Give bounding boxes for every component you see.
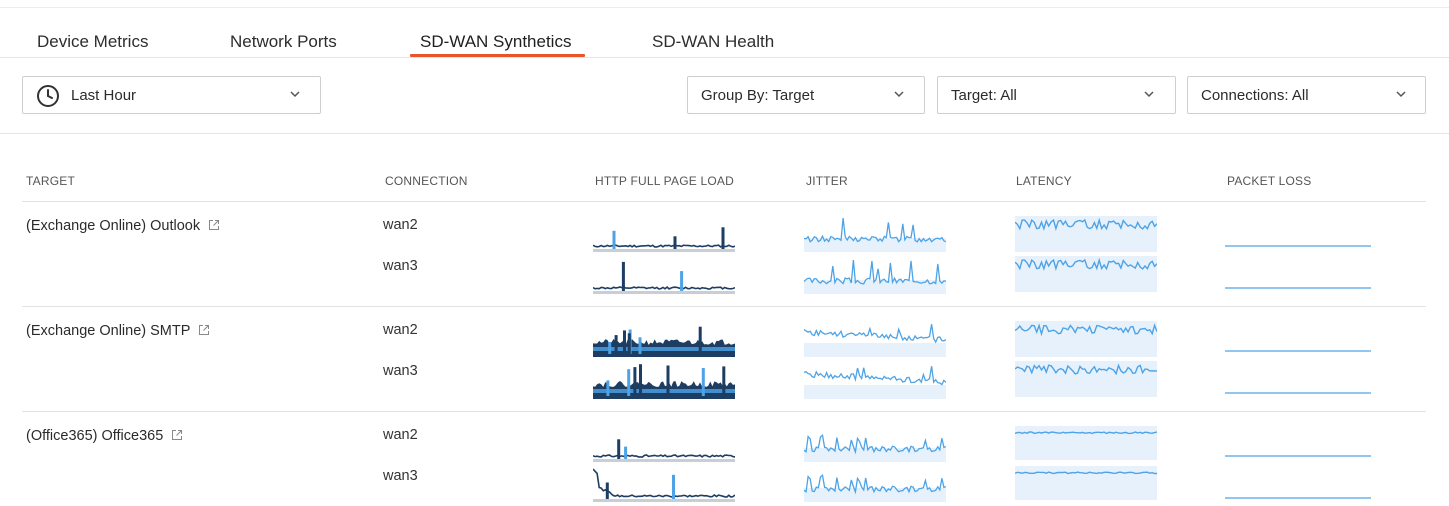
packet-loss-sparkline [1225, 392, 1371, 394]
http-sparkline [593, 468, 735, 502]
connection-label: wan3 [383, 363, 418, 379]
packet-loss-sparkline [1225, 497, 1371, 499]
tab-sd-wan-health[interactable]: SD-WAN Health [652, 32, 774, 52]
tab-sd-wan-synthetics[interactable]: SD-WAN Synthetics [420, 32, 571, 52]
tab-device-metrics[interactable]: Device Metrics [37, 32, 148, 52]
connection-label: wan3 [383, 468, 418, 484]
clock-icon [37, 85, 59, 107]
group-by-dropdown[interactable]: Group By: Target [687, 76, 925, 114]
row-divider [22, 411, 1426, 412]
target-name[interactable]: (Exchange Online) SMTP [26, 323, 210, 339]
external-link-icon[interactable] [208, 219, 220, 231]
packet-loss-sparkline [1225, 350, 1371, 352]
packet-loss-sparkline [1225, 245, 1371, 247]
column-header-http[interactable]: HTTP FULL PAGE LOAD [595, 174, 734, 188]
tab-bar: Device Metrics Network Ports SD-WAN Synt… [0, 24, 1449, 58]
chevron-down-icon [1144, 91, 1154, 98]
connection-label: wan2 [383, 427, 418, 443]
http-sparkline [593, 364, 735, 399]
header-divider [22, 201, 1426, 202]
jitter-sparkline [804, 434, 946, 462]
packet-loss-sparkline [1225, 287, 1371, 289]
connections-filter-value: Connections: All [1201, 87, 1309, 104]
target-name[interactable]: (Exchange Online) Outlook [26, 218, 220, 234]
http-sparkline [593, 227, 735, 252]
http-sparkline [593, 326, 735, 357]
latency-sparkline [1015, 466, 1157, 500]
connection-label: wan3 [383, 258, 418, 274]
connections-dropdown[interactable]: Connections: All [1187, 76, 1426, 114]
chevron-down-icon [290, 91, 300, 98]
http-sparkline [593, 261, 735, 294]
row-divider [22, 306, 1426, 307]
column-header-jitter[interactable]: JITTER [806, 174, 848, 188]
packet-loss-sparkline [1225, 455, 1371, 457]
latency-sparkline [1015, 256, 1157, 292]
active-tab-indicator [410, 54, 585, 57]
jitter-sparkline [804, 474, 946, 502]
target-filter-value: Target: All [951, 87, 1017, 104]
top-divider [0, 0, 1449, 8]
time-range-dropdown[interactable]: Last Hour [22, 76, 321, 114]
http-sparkline [593, 439, 735, 462]
tab-network-ports[interactable]: Network Ports [230, 32, 337, 52]
jitter-sparkline [804, 260, 946, 294]
latency-sparkline [1015, 216, 1157, 252]
column-header-latency[interactable]: LATENCY [1016, 174, 1072, 188]
external-link-icon[interactable] [198, 324, 210, 336]
target-name[interactable]: (Office365) Office365 [26, 428, 183, 444]
target-dropdown[interactable]: Target: All [937, 76, 1176, 114]
group-by-value: Group By: Target [701, 87, 815, 104]
jitter-sparkline [804, 324, 946, 357]
latency-sparkline [1015, 426, 1157, 460]
filter-bar: Last Hour Group By: Target Target: All C… [0, 58, 1449, 134]
latency-sparkline [1015, 321, 1157, 357]
chevron-down-icon [1396, 91, 1406, 98]
latency-sparkline [1015, 361, 1157, 397]
column-header-packet-loss[interactable]: PACKET LOSS [1227, 174, 1311, 188]
time-range-value: Last Hour [71, 87, 137, 104]
jitter-sparkline [804, 218, 946, 252]
external-link-icon[interactable] [171, 429, 183, 441]
chevron-down-icon [894, 91, 904, 98]
connection-label: wan2 [383, 217, 418, 233]
column-header-target[interactable]: TARGET [26, 174, 75, 188]
connection-label: wan2 [383, 322, 418, 338]
column-header-connection[interactable]: CONNECTION [385, 174, 468, 188]
jitter-sparkline [804, 366, 946, 399]
